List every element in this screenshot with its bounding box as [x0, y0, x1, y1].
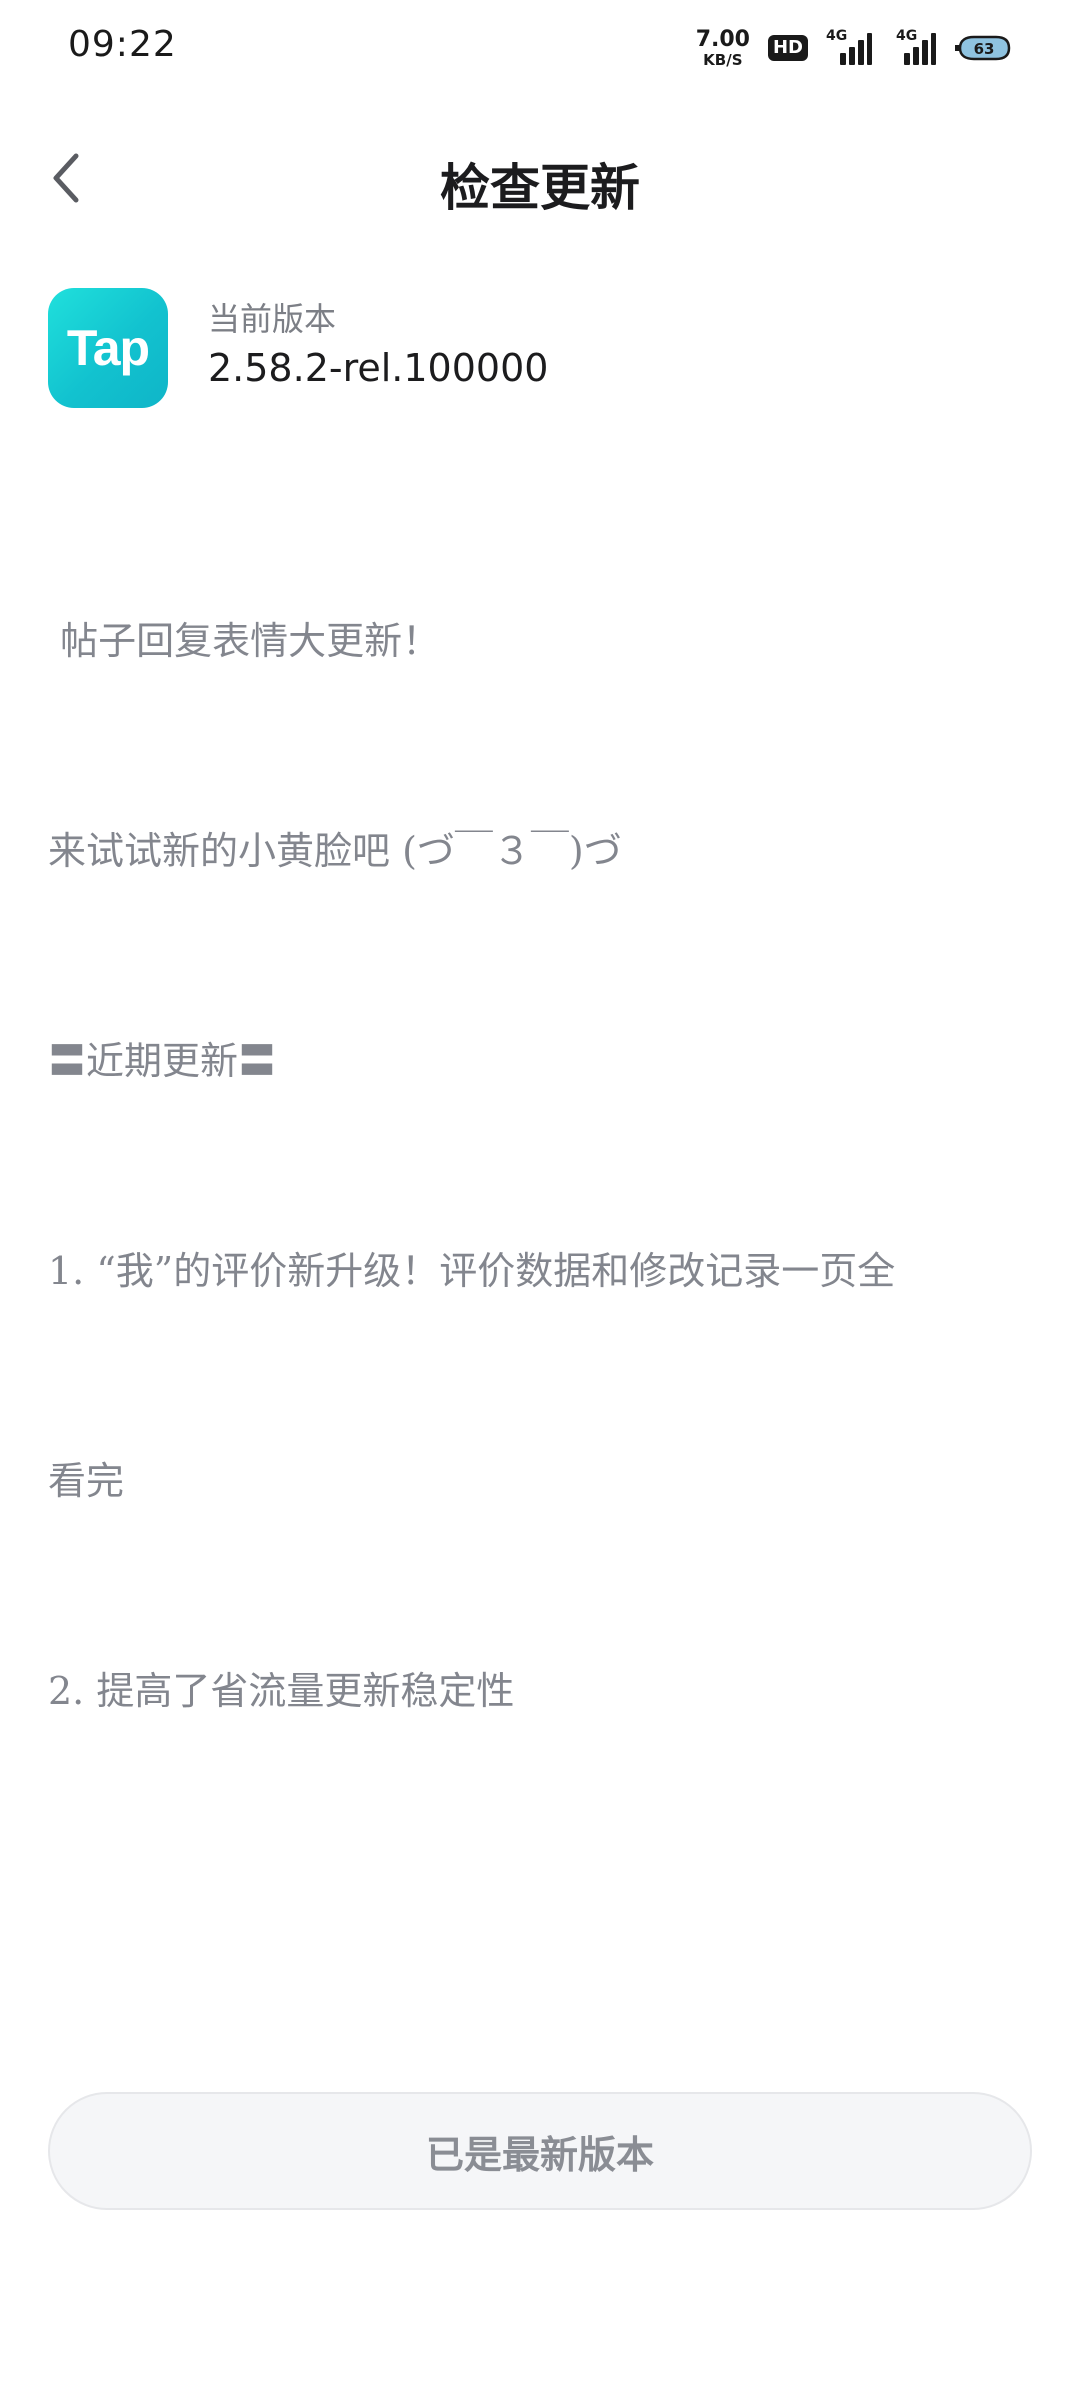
- release-note-line: 〓近期更新〓: [48, 1039, 277, 1083]
- cellular-signal-icon-1: 4G: [826, 29, 872, 67]
- update-check-screen: 09:22 7.00 KB/S HD 4G 4G 63 检查更新 Tap 当前版…: [0, 0, 1080, 2400]
- network-speed-value: 7.00: [695, 26, 750, 52]
- release-note-line: 来试试新的小黄脸吧 (づ￣３￣)づ: [48, 829, 622, 873]
- signal-type-label-1: 4G: [826, 28, 848, 44]
- release-note-line: 1. “我”的评价新升级！评价数据和修改记录一页全: [48, 1249, 896, 1293]
- app-logo-text: Tap: [66, 320, 150, 376]
- battery-level: 63: [974, 40, 995, 58]
- battery-icon: 63: [954, 34, 1012, 62]
- tap-app-logo: Tap: [48, 288, 168, 408]
- already-latest-version-button[interactable]: 已是最新版本: [48, 2092, 1032, 2210]
- current-version-label: 当前版本: [208, 300, 337, 338]
- status-time: 09:22: [68, 24, 177, 65]
- network-speed-unit: KB/S: [703, 50, 743, 69]
- network-speed: 7.00 KB/S: [695, 26, 750, 69]
- app-info: Tap 当前版本 2.58.2-rel.100000: [48, 288, 1032, 410]
- status-icons: 7.00 KB/S HD 4G 4G 63: [696, 26, 1012, 70]
- release-note-line: 看完: [48, 1459, 125, 1503]
- release-note-line: 2. 提高了省流量更新稳定性: [48, 1669, 515, 1713]
- release-notes: 帖子回复表情大更新！ 来试试新的小黄脸吧 (づ￣３￣)づ 〓近期更新〓 1. “…: [48, 466, 1032, 1866]
- page-title: 检查更新: [440, 158, 640, 217]
- cellular-signal-icon-2: 4G: [890, 29, 936, 67]
- release-note-line: 帖子回复表情大更新！: [48, 619, 441, 663]
- hd-voice-icon: HD: [767, 35, 808, 61]
- current-version-value: 2.58.2-rel.100000: [208, 346, 549, 390]
- signal-type-label-2: 4G: [896, 28, 918, 44]
- header: 检查更新: [0, 130, 1080, 230]
- status-bar: 09:22 7.00 KB/S HD 4G 4G 63: [0, 0, 1080, 96]
